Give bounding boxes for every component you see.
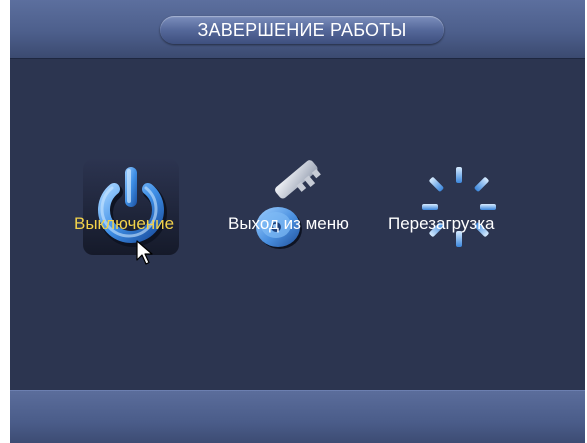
reboot-button[interactable] — [408, 157, 508, 257]
dialog-footer — [10, 390, 585, 443]
exit-menu-button[interactable] — [246, 157, 346, 257]
shutdown-label: Выключение — [74, 214, 175, 233]
mouse-cursor-icon — [136, 240, 153, 265]
reboot-label: Перезагрузка — [388, 214, 495, 233]
shutdown-button[interactable] — [81, 157, 181, 257]
exit-menu-label: Выход из меню — [228, 214, 349, 233]
dialog-title: ЗАВЕРШЕНИЕ РАБОТЫ — [160, 16, 444, 44]
reboot-icon — [422, 167, 496, 247]
power-icon — [83, 159, 179, 255]
key-icon — [256, 160, 321, 249]
shutdown-dialog: ЗАВЕРШЕНИЕ РАБОТЫ Выключение Выход из ме… — [10, 0, 585, 443]
dialog-header: ЗАВЕРШЕНИЕ РАБОТЫ — [10, 0, 585, 59]
